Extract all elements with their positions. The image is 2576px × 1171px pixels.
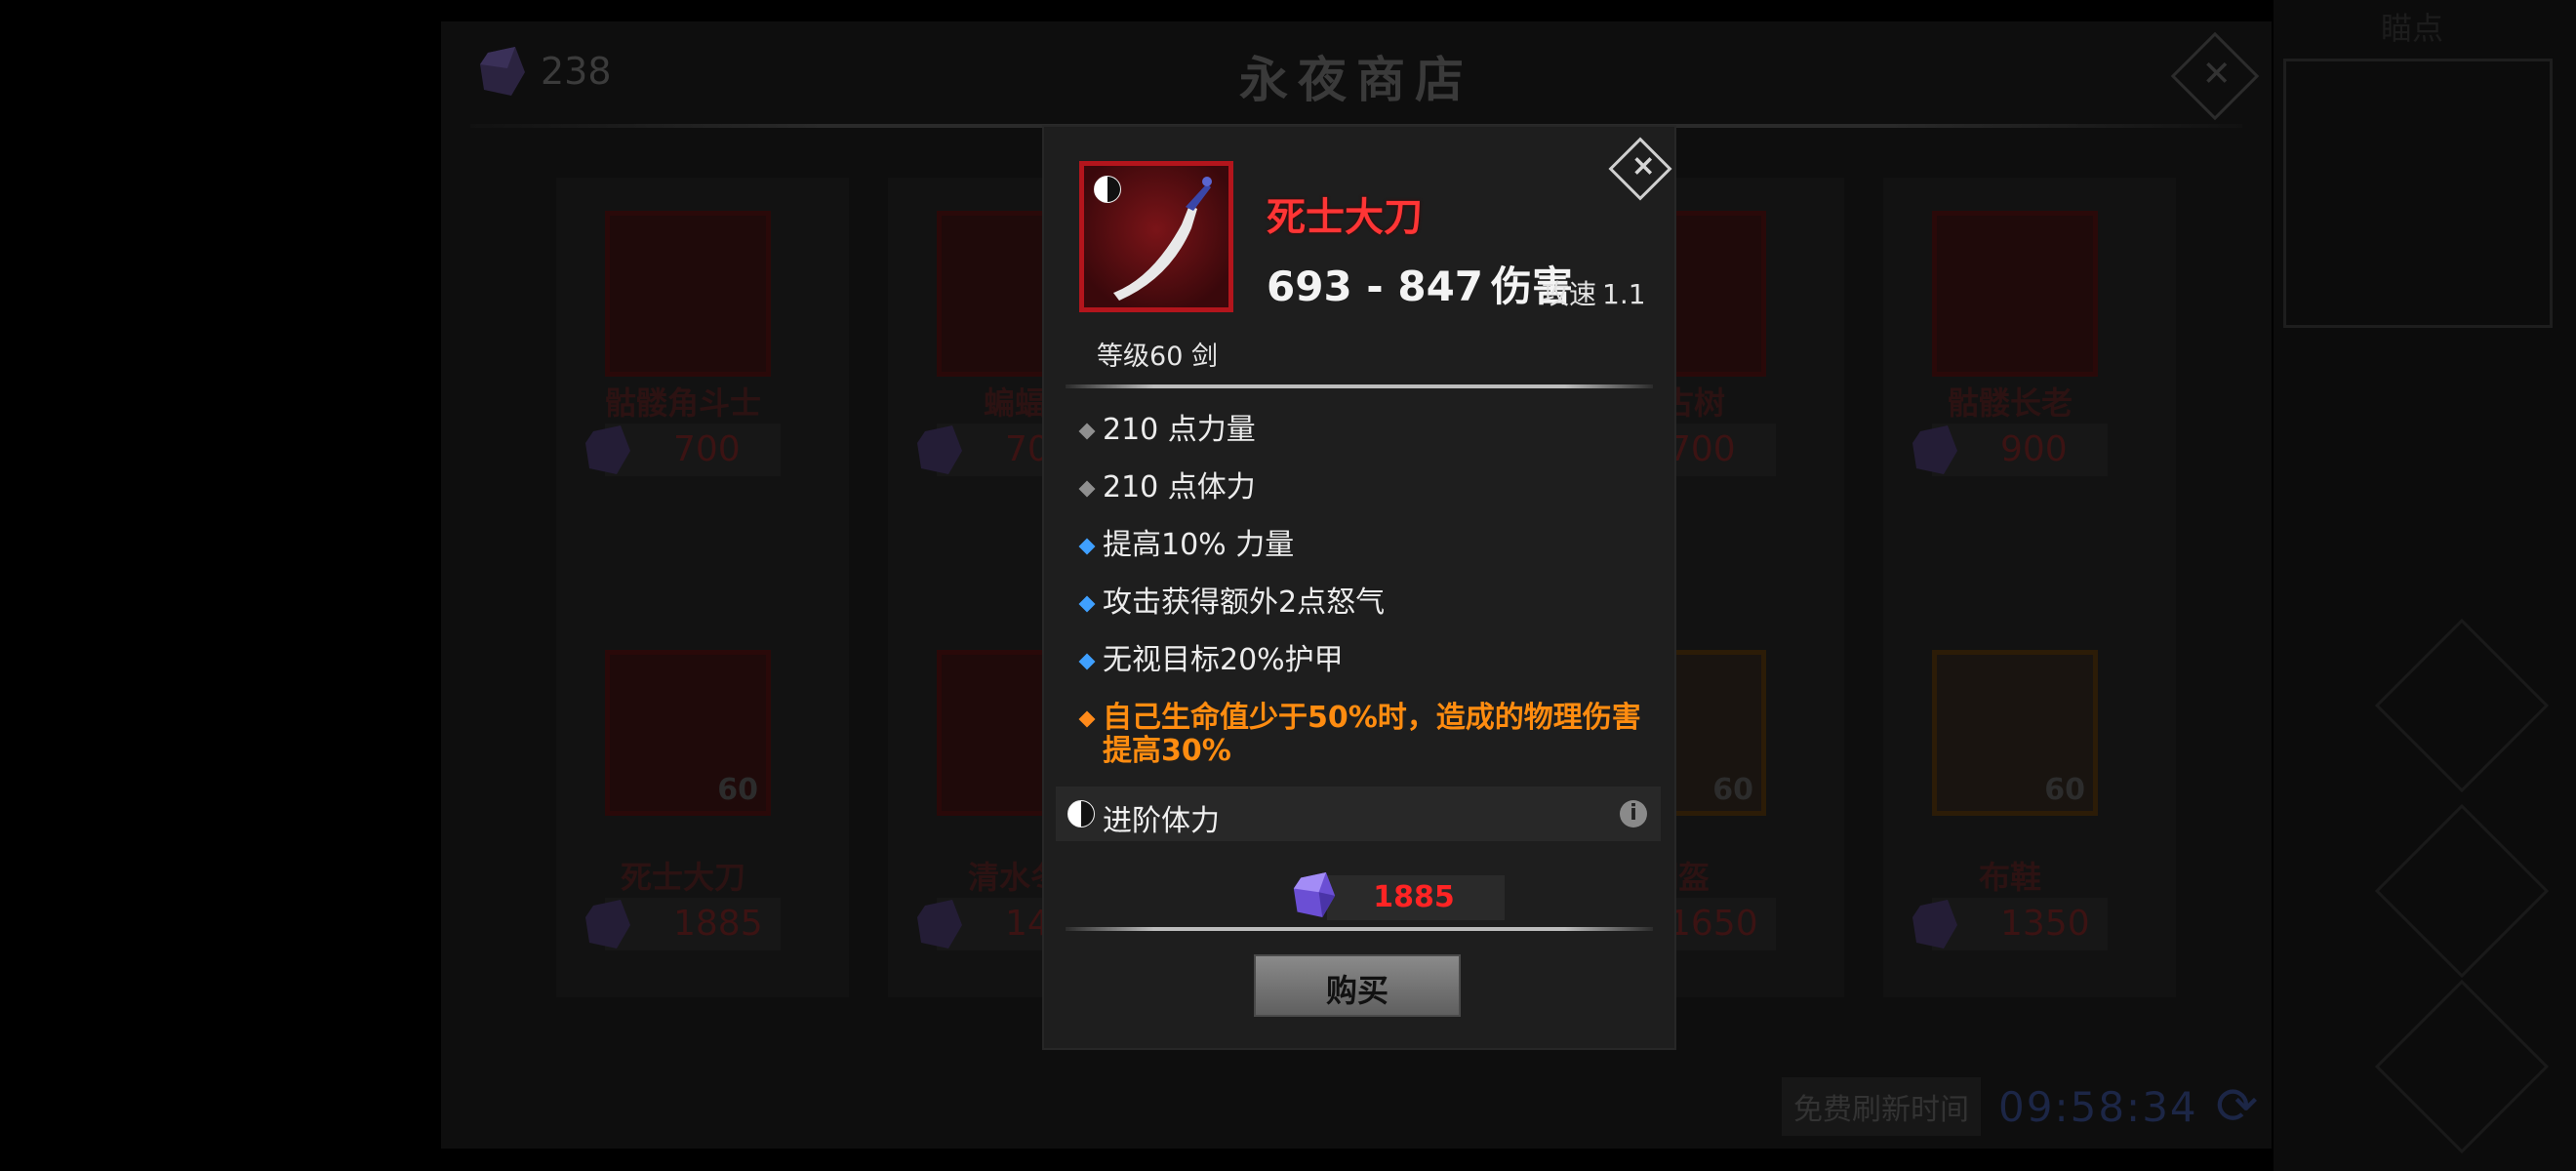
side-character-icon (2374, 618, 2550, 793)
refresh-time: 09:58:34 (1998, 1082, 2198, 1131)
item-level: 60 (2044, 773, 2085, 807)
item-price-value: 900 (2000, 429, 2068, 469)
side-panel: 瞄点 (2274, 0, 2576, 1171)
gem-icon (1912, 900, 1957, 949)
buy-button[interactable]: 购买 (1254, 954, 1461, 1017)
yin-yang-icon (1067, 800, 1095, 828)
item-name: 死士大刀 (620, 859, 745, 896)
dialog-close-button[interactable]: × (1608, 137, 1672, 201)
buy-label: 购买 (1325, 972, 1389, 1009)
attack-speed-label: 攻速 (1542, 278, 1597, 310)
stat-text: 210 点体力 (1103, 470, 1256, 505)
gem-icon (1912, 425, 1957, 474)
info-icon[interactable]: i (1620, 800, 1647, 828)
shop-item[interactable]: 骷髅角斗士 700 (556, 178, 849, 607)
shop-item[interactable]: 60 死士大刀 1885 (556, 568, 849, 997)
set-bonus-row[interactable]: 进阶体力 i (1056, 787, 1661, 841)
stat-line: 攻击获得额外2点怒气 (1078, 586, 1386, 620)
close-icon: ✕ (2201, 54, 2232, 95)
price-value: 1885 (1373, 880, 1455, 914)
stat-line-legendary: 自己生命值少于50%时，造成的物理伤害提高30% (1078, 701, 1649, 768)
diamond-bullet-icon (1078, 710, 1096, 728)
side-potion-icon (2374, 803, 2550, 979)
attack-speed: 攻速 1.1 (1542, 273, 1646, 312)
stat-text: 提高10% 力量 (1103, 528, 1295, 562)
item-name: 死士大刀 (1267, 195, 1423, 240)
stat-text: 无视目标20%护甲 (1103, 643, 1344, 677)
item-portrait (1932, 211, 2098, 377)
diamond-bullet-icon (1078, 480, 1096, 498)
item-price: 1885 (585, 898, 781, 950)
shop-item[interactable]: 60 布鞋 1350 (1883, 568, 2176, 997)
gem-icon (917, 900, 962, 949)
item-price-value: 700 (673, 429, 741, 469)
side-menu-icon (2374, 979, 2550, 1154)
item-level: 60 (717, 773, 758, 807)
stat-line: 无视目标20%护甲 (1078, 643, 1344, 677)
diamond-bullet-icon (1078, 538, 1096, 555)
item-level-type: 等级60 剑 (1097, 342, 1218, 372)
damage: 693 - 847 伤害 (1267, 254, 1573, 313)
side-top-label: 瞄点 (2381, 10, 2444, 47)
attack-speed-value: 1.1 (1602, 278, 1646, 310)
stat-text: 自己生命值少于50%时，造成的物理伤害提高30% (1103, 701, 1641, 768)
diamond-bullet-icon (1078, 423, 1096, 440)
item-price: 700 (585, 424, 781, 476)
close-icon: × (1630, 148, 1656, 183)
gem-icon (585, 900, 630, 949)
stat-line: 210 点体力 (1078, 470, 1256, 505)
stat-text: 210 点力量 (1103, 413, 1256, 447)
item-price: 900 (1912, 424, 2108, 476)
stat-line: 210 点力量 (1078, 413, 1256, 447)
refresh-label: 免费刷新时间 (1782, 1077, 1981, 1136)
item-price-value: 1650 (1669, 904, 1758, 944)
item-price-value: 1350 (2000, 904, 2090, 944)
set-bonus-text: 进阶体力 (1103, 804, 1220, 838)
item-portrait (605, 211, 771, 377)
shop-title: 永夜商店 (1239, 52, 1473, 108)
item-name: 骷髅角斗士 (604, 384, 761, 422)
minimap-frame (2283, 59, 2553, 328)
damage-value: 693 - 847 (1267, 262, 1484, 310)
item-level: 60 (1712, 773, 1753, 807)
gem-icon (585, 425, 630, 474)
diamond-bullet-icon (1078, 595, 1096, 613)
item-name: 骷髅长老 (1947, 384, 2073, 422)
yin-yang-icon (1094, 176, 1121, 203)
diamond-bullet-icon (1078, 653, 1096, 670)
item-detail-dialog: × 等级60 剑 死士大刀 693 - 847 伤害 攻速 1.1 210 点力量 … (1042, 125, 1676, 1050)
refresh-icon[interactable]: ⟳ (2216, 1081, 2265, 1132)
divider (1066, 384, 1653, 388)
divider (1066, 927, 1653, 931)
item-icon (1079, 161, 1233, 312)
item-portrait: 60 (1932, 650, 2098, 816)
item-price-value: 1885 (673, 904, 763, 944)
item-price-value: 700 (1669, 429, 1736, 469)
price-box: 1885 (1293, 872, 1505, 920)
stat-text: 攻击获得额外2点怒气 (1103, 586, 1386, 620)
item-portrait: 60 (605, 650, 771, 816)
item-price: 1350 (1912, 898, 2108, 950)
refresh-timer: 免费刷新时间 09:58:34 ⟳ (1782, 1077, 2265, 1136)
item-name: 布鞋 (1978, 859, 2041, 896)
shop-item[interactable]: 骷髅长老 900 (1883, 178, 2176, 607)
stat-line: 提高10% 力量 (1078, 528, 1295, 562)
gem-icon (917, 425, 962, 474)
